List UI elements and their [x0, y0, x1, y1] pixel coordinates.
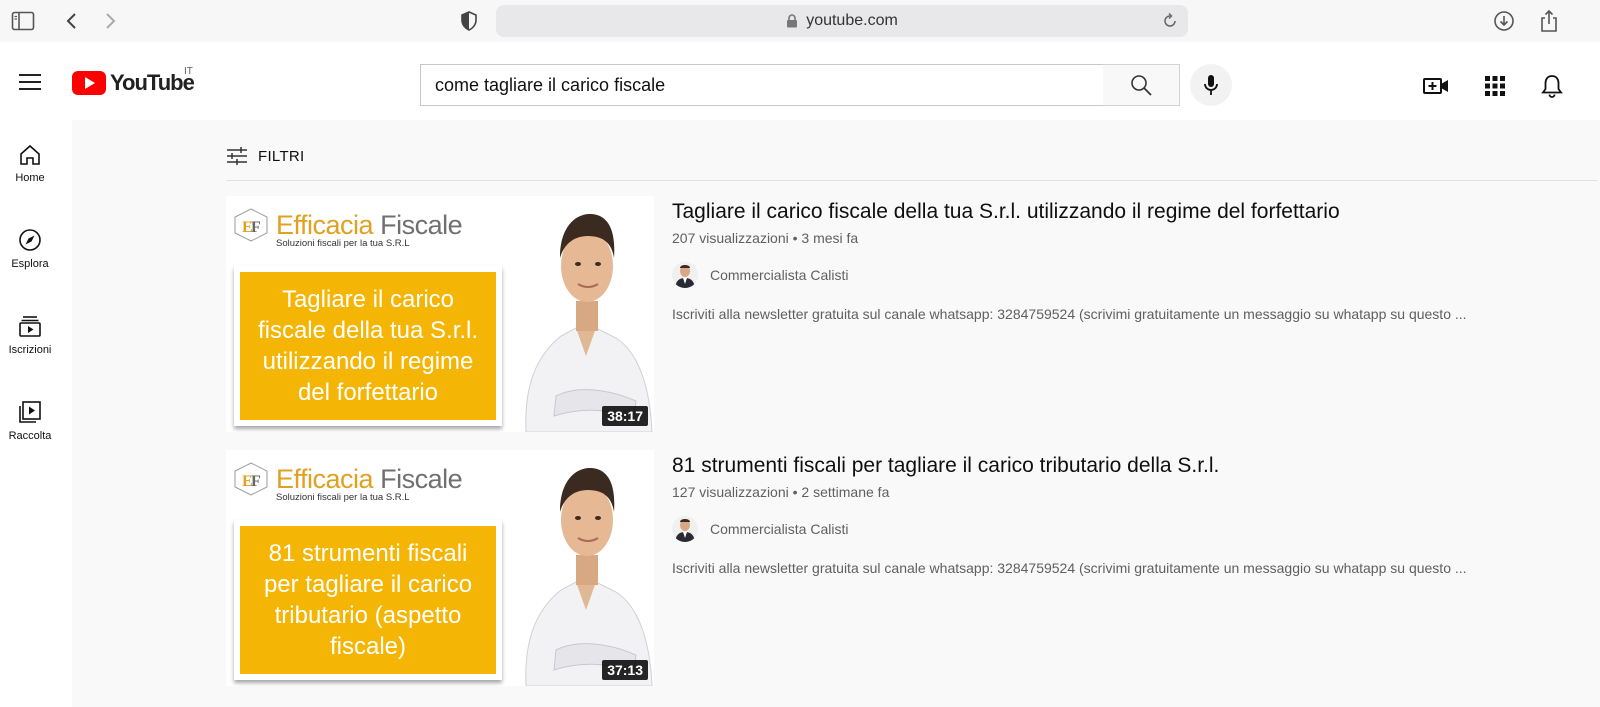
- brand-subtitle: Soluzioni fiscali per la tua S.R.L: [276, 238, 410, 249]
- view-count: 207 visualizzazioni: [672, 230, 789, 246]
- logo-text: YouTube: [110, 70, 195, 95]
- search-button[interactable]: [1103, 64, 1180, 106]
- apps-grid-icon[interactable]: [1481, 72, 1509, 100]
- brand-subtitle: Soluzioni fiscali per la tua S.R.L: [276, 492, 410, 503]
- presenter-image-icon: [516, 196, 654, 432]
- search-icon: [1131, 75, 1152, 96]
- home-icon: [20, 144, 40, 165]
- sidebar-item-label: Iscrizioni: [8, 344, 52, 356]
- forward-icon[interactable]: [98, 8, 124, 34]
- sidebar-toggle-icon[interactable]: [10, 8, 36, 34]
- channel-name: Commercialista Calisti: [710, 521, 849, 537]
- voice-search-button[interactable]: [1190, 64, 1232, 106]
- sidebar-item-explore[interactable]: Esplora: [0, 228, 60, 270]
- compass-icon: [19, 229, 41, 251]
- presenter-image-icon: [516, 450, 654, 686]
- thumbnail-title-text: Tagliare il carico fiscale della tua S.r…: [257, 286, 479, 406]
- channel-avatar-icon: [672, 516, 698, 542]
- filter-sliders-icon: [227, 147, 247, 165]
- notifications-bell-icon[interactable]: [1538, 72, 1566, 100]
- svg-text:F: F: [251, 473, 261, 490]
- create-video-icon[interactable]: [1422, 72, 1450, 100]
- video-meta: 207 visualizzazioni • 3 mesi fa: [672, 230, 859, 246]
- brand-name-b: Fiscale: [380, 209, 463, 240]
- microphone-icon: [1204, 75, 1218, 95]
- channel-link[interactable]: Commercialista Calisti: [672, 262, 1572, 288]
- thumbnail-brand: EF Efficacia Fiscale: [234, 462, 463, 496]
- reload-icon[interactable]: [1162, 12, 1178, 30]
- view-count: 127 visualizzazioni: [672, 484, 789, 500]
- sidebar-item-subscriptions[interactable]: Iscrizioni: [0, 314, 60, 356]
- filters-label: FILTRI: [258, 147, 305, 165]
- video-result[interactable]: EF Efficacia Fiscale Soluzioni fiscali p…: [226, 196, 1598, 432]
- brand-name-a: Efficacia: [276, 463, 374, 494]
- video-result[interactable]: EF Efficacia Fiscale Soluzioni fiscali p…: [226, 450, 1598, 686]
- back-icon[interactable]: [58, 8, 84, 34]
- channel-avatar-icon: [672, 262, 698, 288]
- library-icon: [19, 401, 41, 423]
- download-icon[interactable]: [1491, 8, 1517, 34]
- video-info: Tagliare il carico fiscale della tua S.r…: [672, 196, 1572, 324]
- channel-name: Commercialista Calisti: [710, 267, 849, 283]
- privacy-shield-icon[interactable]: [456, 8, 482, 34]
- sidebar-item-library[interactable]: Raccolta: [0, 400, 60, 442]
- video-description: Iscriviti alla newsletter gratuita sul c…: [672, 306, 1467, 322]
- subscriptions-icon: [19, 316, 41, 337]
- divider: [226, 180, 1598, 181]
- search-input[interactable]: come tagliare il carico fiscale: [420, 64, 1104, 106]
- thumbnail-title-box: 81 strumenti fiscali per tagliare il car…: [234, 520, 502, 680]
- youtube-logo[interactable]: YouTube: [72, 70, 195, 96]
- region-code: IT: [184, 66, 193, 77]
- search-results: FILTRI EF Efficacia Fiscale Soluzioni fi…: [72, 120, 1600, 707]
- youtube-header: YouTube IT come tagliare il carico fisca…: [0, 42, 1600, 120]
- share-icon[interactable]: [1536, 8, 1562, 34]
- hamburger-menu-icon[interactable]: [18, 72, 42, 92]
- efficacia-fiscale-logo-icon: EF: [234, 208, 268, 242]
- efficacia-fiscale-logo-icon: EF: [234, 462, 268, 496]
- lock-icon: [786, 14, 798, 28]
- video-description: Iscriviti alla newsletter gratuita sul c…: [672, 560, 1467, 576]
- thumbnail-title-box: Tagliare il carico fiscale della tua S.r…: [234, 266, 502, 426]
- brand-name-b: Fiscale: [380, 463, 463, 494]
- thumbnail-brand: EF Efficacia Fiscale: [234, 208, 463, 242]
- sidebar-item-label: Raccolta: [8, 430, 52, 442]
- channel-link[interactable]: Commercialista Calisti: [672, 516, 1572, 542]
- address-bar[interactable]: youtube.com: [496, 5, 1188, 37]
- search-value: come tagliare il carico fiscale: [435, 74, 666, 95]
- youtube-play-icon: [72, 71, 106, 95]
- sidebar-item-label: Esplora: [11, 258, 49, 270]
- browser-toolbar: youtube.com: [0, 0, 1600, 42]
- sidebar: Home Esplora Iscrizioni Raccolta: [0, 120, 72, 707]
- brand-name-a: Efficacia: [276, 209, 374, 240]
- video-thumbnail[interactable]: EF Efficacia Fiscale Soluzioni fiscali p…: [226, 196, 654, 432]
- filters-button[interactable]: FILTRI: [226, 146, 305, 166]
- video-meta: 127 visualizzazioni • 2 settimane fa: [672, 484, 890, 500]
- upload-age: 2 settimane fa: [801, 484, 890, 500]
- video-thumbnail[interactable]: EF Efficacia Fiscale Soluzioni fiscali p…: [226, 450, 654, 686]
- sidebar-item-label: Home: [15, 172, 45, 184]
- video-title[interactable]: 81 strumenti fiscali per tagliare il car…: [672, 452, 1572, 480]
- video-duration: 38:17: [602, 406, 648, 426]
- url-text: youtube.com: [806, 12, 898, 29]
- upload-age: 3 mesi fa: [801, 230, 859, 246]
- video-info: 81 strumenti fiscali per tagliare il car…: [672, 450, 1572, 578]
- video-title[interactable]: Tagliare il carico fiscale della tua S.r…: [672, 198, 1572, 226]
- thumbnail-title-text: 81 strumenti fiscali per tagliare il car…: [263, 540, 473, 660]
- svg-text:F: F: [251, 219, 261, 236]
- sidebar-item-home[interactable]: Home: [0, 144, 60, 184]
- video-duration: 37:13: [602, 660, 648, 680]
